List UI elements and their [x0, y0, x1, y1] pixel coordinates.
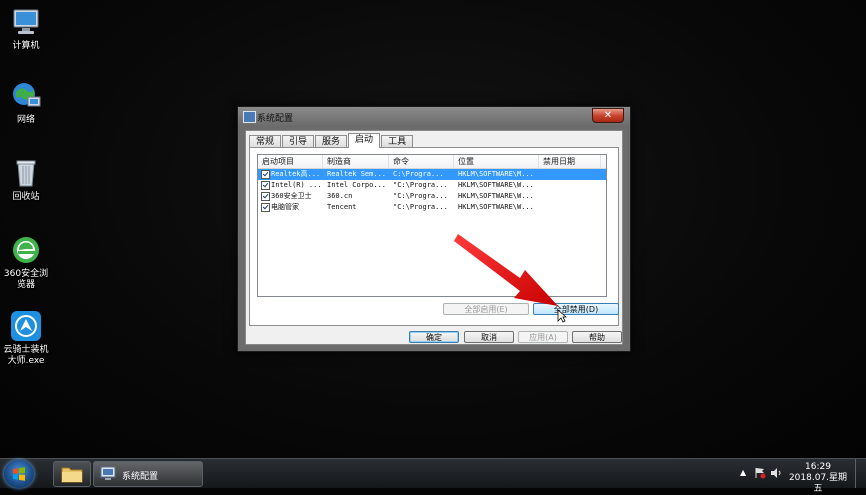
red-arrow-annotation [454, 234, 558, 306]
taskbar-task-label: 系统配置 [122, 472, 159, 482]
desktop-icon-label: 网络 [16, 115, 35, 125]
folder-icon [61, 467, 83, 483]
desktop-icon-installer[interactable]: 云骑士装机大师.exe [0, 310, 52, 367]
row-maker: 360.cn [327, 192, 353, 200]
browser-360-icon [10, 234, 42, 266]
close-icon: ✕ [603, 110, 613, 121]
row-item: 360安全卫士 [271, 192, 312, 200]
list-header: 启动项目 制造商 命令 位置 禁用日期 [258, 155, 606, 169]
table-row[interactable]: Intel(R) ... Intel Corpo... "C:\Progra..… [258, 180, 606, 191]
row-item: Intel(R) ... [271, 181, 322, 189]
show-desktop-button[interactable] [855, 459, 866, 488]
apply-button[interactable]: 应用(A) [518, 331, 568, 343]
start-button[interactable] [4, 460, 34, 488]
desktop-icon-network[interactable]: 网络 [0, 80, 52, 126]
clock[interactable]: 16:29 2018.07.星期五 [786, 462, 850, 495]
table-row[interactable]: 电脑管家 Tencent "C:\Progra... HKLM\SOFTWARE… [258, 202, 606, 213]
msconfig-icon [243, 111, 256, 123]
row-maker: Tencent [327, 203, 357, 211]
desktop-icon-label: 计算机 [12, 41, 40, 51]
row-location: HKLM\SOFTWARE\W... [458, 203, 534, 211]
desktop-icon-computer[interactable]: 计算机 [0, 6, 52, 52]
recycle-bin-icon [10, 157, 42, 189]
installer-icon [10, 310, 42, 342]
table-row[interactable]: Realtek高... Realtek Sem... C:\Progra... … [258, 169, 606, 180]
system-tray: ▲ 16:29 2018.07.星期五 [736, 459, 866, 494]
column-header-maker[interactable]: 制造商 [323, 155, 389, 168]
startup-checkbox[interactable] [261, 181, 270, 190]
tab-startup[interactable]: 启动 [348, 133, 381, 148]
startup-checkbox[interactable] [261, 170, 270, 179]
row-item: 电脑管家 [271, 203, 299, 211]
column-header-command[interactable]: 命令 [389, 155, 454, 168]
desktop-icon-label: 云骑士装机大师.exe [3, 345, 49, 366]
row-command: "C:\Progra... [393, 203, 448, 211]
tray-expand-icon[interactable]: ▲ [740, 468, 746, 477]
network-icon [10, 80, 42, 112]
column-header-location[interactable]: 位置 [454, 155, 539, 168]
row-item: Realtek高... [271, 170, 321, 178]
ok-button[interactable]: 确定 [409, 331, 459, 343]
row-command: "C:\Progra... [393, 181, 448, 189]
startup-checkbox[interactable] [261, 192, 270, 201]
row-location: HKLM\SOFTWARE\W... [458, 192, 534, 200]
row-maker: Intel Corpo... [327, 181, 387, 189]
action-center-flag-icon[interactable] [754, 467, 766, 479]
row-maker: Realtek Sem... [327, 170, 387, 178]
windows-logo-icon [13, 467, 25, 481]
row-location: HKLM\SOFTWARE\M... [458, 170, 534, 178]
clock-date: 2018.07.星期五 [788, 473, 848, 494]
taskbar-msconfig-button[interactable]: 系统配置 [93, 461, 203, 487]
window-title: 系统配置 [257, 114, 294, 124]
startup-checkbox[interactable] [261, 203, 270, 212]
taskbar: 系统配置 ▲ 16:29 2018.07.星期五 [0, 458, 866, 494]
computer-icon [10, 6, 42, 38]
msconfig-icon [100, 466, 116, 480]
cancel-button[interactable]: 取消 [464, 331, 514, 343]
column-header-item[interactable]: 启动项目 [258, 155, 323, 168]
desktop-icon-label: 回收站 [12, 192, 40, 202]
mouse-pointer-icon [557, 309, 567, 323]
clock-time: 16:29 [805, 462, 831, 472]
taskbar-explorer-button[interactable] [53, 461, 91, 487]
table-row[interactable]: 360安全卫士 360.cn "C:\Progra... HKLM\SOFTWA… [258, 191, 606, 202]
desktop-icon-360-browser[interactable]: 360安全浏览器 [0, 234, 52, 291]
desktop-icon-recycle-bin[interactable]: 回收站 [0, 157, 52, 203]
close-button[interactable]: ✕ [592, 108, 624, 123]
row-command: "C:\Progra... [393, 192, 448, 200]
tab-strip: 常规 引导 服务 启动 工具 [249, 133, 414, 148]
desktop-icon-label: 360安全浏览器 [3, 269, 49, 290]
window-titlebar[interactable]: 系统配置 ✕ [238, 107, 630, 127]
row-command: C:\Progra... [393, 170, 444, 178]
row-location: HKLM\SOFTWARE\W... [458, 181, 534, 189]
speaker-icon[interactable] [770, 467, 782, 479]
column-header-date[interactable]: 禁用日期 [539, 155, 601, 168]
help-button[interactable]: 帮助 [572, 331, 622, 343]
